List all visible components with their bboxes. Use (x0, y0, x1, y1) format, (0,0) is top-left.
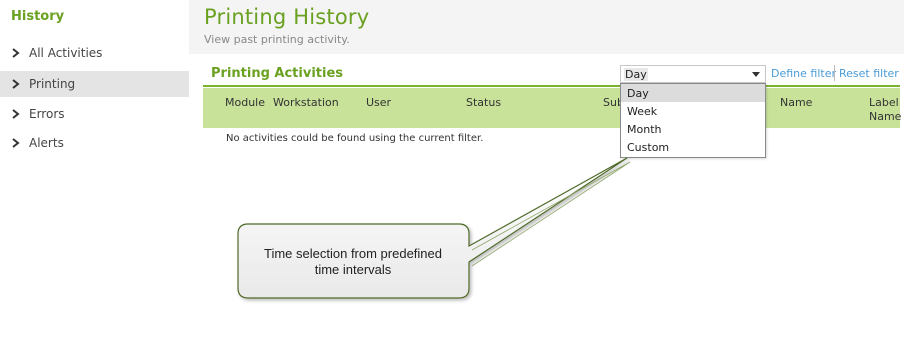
column-header-name[interactable]: Name (780, 96, 812, 109)
section-divider (203, 85, 900, 87)
chevron-right-icon (12, 109, 20, 119)
sidebar-item-errors[interactable]: Errors (0, 101, 189, 127)
sidebar-title: History (11, 9, 65, 24)
column-header-label[interactable]: Label (869, 96, 899, 109)
option-custom[interactable]: Custom (621, 138, 765, 156)
column-header-workstation[interactable]: Workstation (273, 96, 339, 109)
sidebar: History All Activities Printing Errors A… (0, 0, 189, 344)
sidebar-item-label: All Activities (29, 46, 103, 60)
page-subtitle: View past printing activity. (204, 33, 350, 46)
chevron-right-icon (12, 48, 20, 58)
sidebar-item-alerts[interactable]: Alerts (0, 130, 189, 156)
link-separator (834, 65, 835, 81)
callout-line-1: Time selection from predefined (264, 246, 442, 261)
page-header: Printing History View past printing acti… (189, 0, 904, 54)
chevron-right-icon (12, 79, 20, 89)
column-header-user[interactable]: User (366, 96, 391, 109)
option-month[interactable]: Month (621, 120, 765, 138)
column-header-status[interactable]: Status (466, 96, 501, 109)
time-range-select[interactable]: Day (620, 65, 766, 83)
define-filter-link[interactable]: Define filter (771, 67, 836, 80)
chevron-right-icon (12, 138, 20, 148)
empty-table-message: No activities could be found using the c… (226, 133, 484, 144)
callout-line-2: time intervals (314, 262, 392, 277)
option-week[interactable]: Week (621, 102, 765, 120)
sidebar-item-label: Errors (29, 107, 65, 121)
column-header-label-name[interactable]: Name (869, 110, 901, 123)
dropdown-arrow-icon (752, 72, 760, 77)
time-range-selected: Day (624, 67, 648, 81)
sidebar-item-all-activities[interactable]: All Activities (0, 40, 189, 66)
option-day[interactable]: Day (621, 84, 765, 102)
table-header: Module Workstation User Status Sub Name … (203, 88, 901, 128)
time-range-options: Day Week Month Custom (620, 83, 766, 158)
page-title: Printing History (204, 5, 370, 29)
callout-text: Time selection from predefined time inte… (240, 246, 466, 278)
sidebar-item-label: Printing (29, 77, 76, 91)
reset-filter-link[interactable]: Reset filter (839, 67, 899, 80)
sidebar-item-label: Alerts (29, 136, 64, 150)
sidebar-item-printing[interactable]: Printing (0, 71, 189, 97)
section-title: Printing Activities (211, 66, 343, 81)
column-header-module[interactable]: Module (225, 96, 265, 109)
